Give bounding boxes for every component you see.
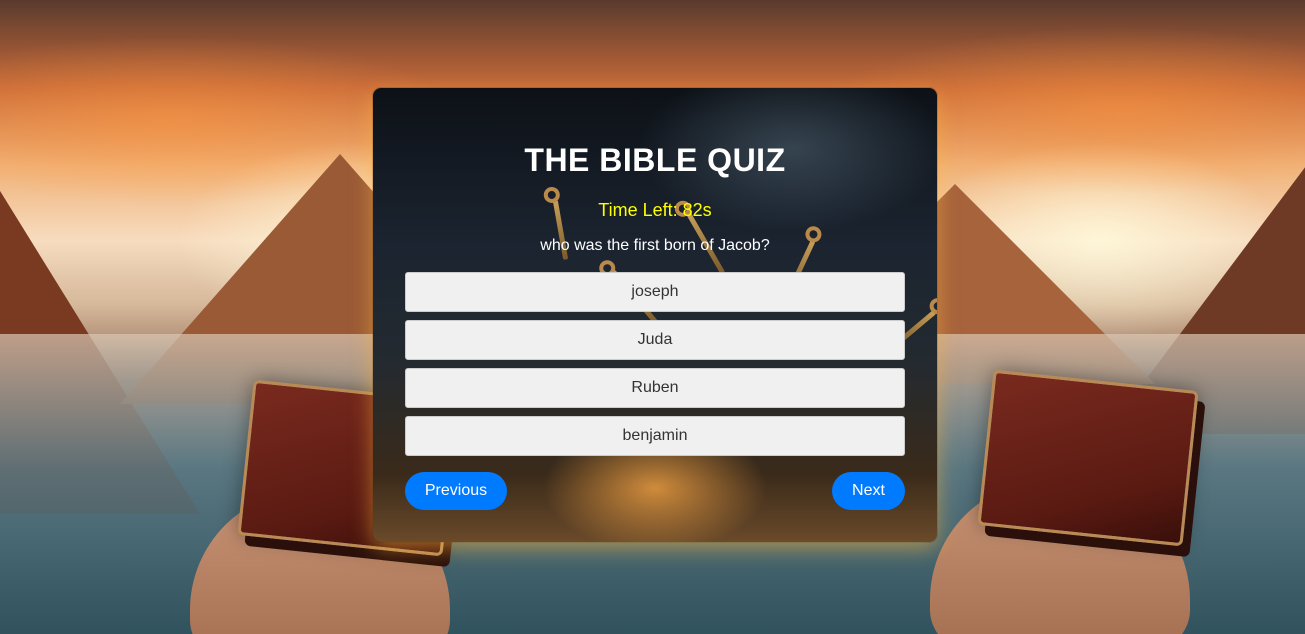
answer-option-benjamin[interactable]: benjamin	[405, 416, 905, 456]
answer-option-joseph[interactable]: joseph	[405, 272, 905, 312]
answer-option-juda[interactable]: Juda	[405, 320, 905, 360]
next-button[interactable]: Next	[832, 472, 905, 510]
quiz-title: THE BIBLE QUIZ	[524, 142, 786, 178]
answer-list: joseph Juda Ruben benjamin	[405, 272, 905, 464]
holy-bible-book-icon	[977, 369, 1199, 547]
time-left-label: Time Left: 82s	[598, 200, 712, 220]
question-text: who was the first born of Jacob?	[540, 237, 770, 254]
answer-option-ruben[interactable]: Ruben	[405, 368, 905, 408]
quiz-card: THE BIBLE QUIZ Time Left: 82s who was th…	[373, 88, 937, 542]
previous-button[interactable]: Previous	[405, 472, 507, 510]
